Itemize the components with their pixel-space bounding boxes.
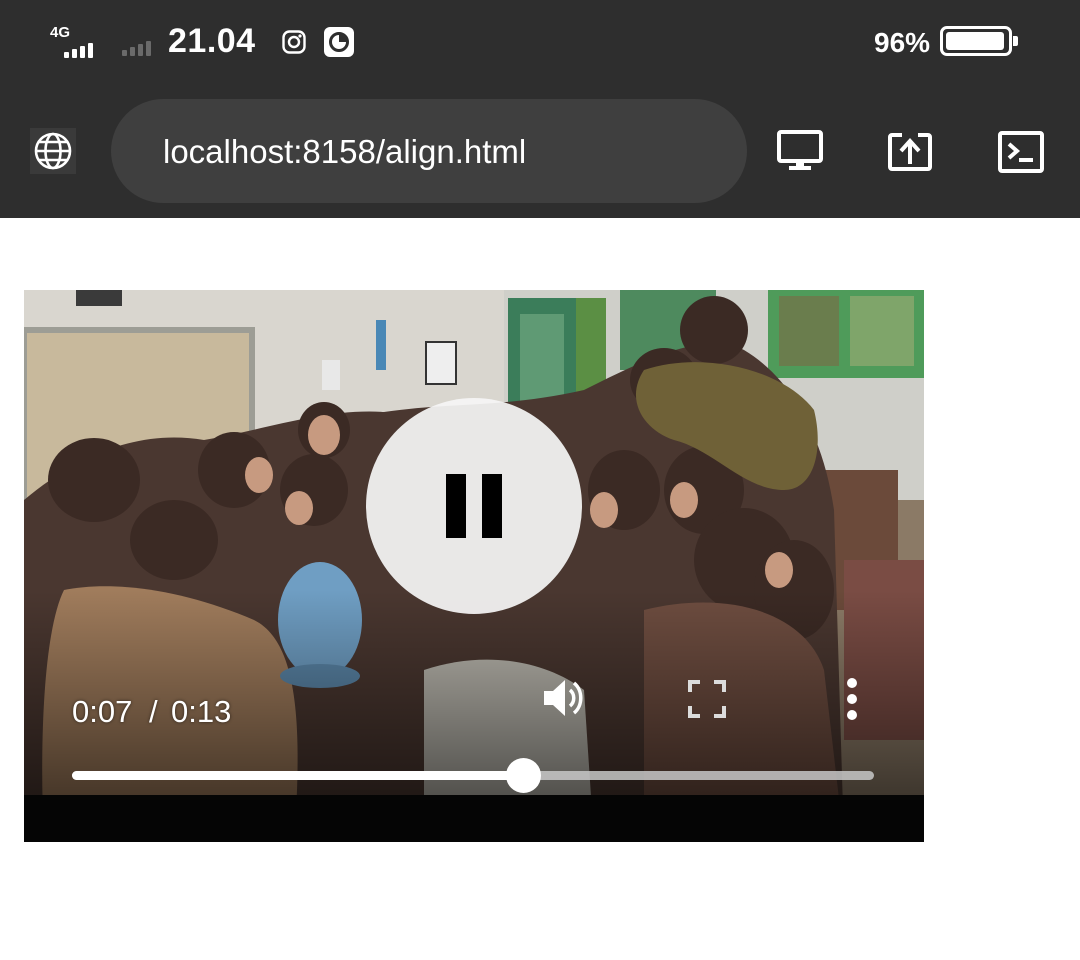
site-info-button[interactable] (30, 128, 76, 174)
url-text: localhost:8158/align.html (163, 133, 527, 170)
signal-4g-icon: 4G (50, 24, 100, 58)
desktop-icon[interactable] (776, 128, 824, 176)
total-duration: 0:13 (171, 694, 232, 729)
network-type-label: 4G (50, 24, 71, 41)
status-bar: 4G 21.04 96% (0, 0, 1080, 86)
instagram-icon (282, 30, 306, 54)
time-separator: / (149, 694, 158, 729)
battery-icon (940, 26, 1018, 56)
globe-icon (34, 132, 72, 170)
pause-icon (446, 474, 466, 538)
seek-thumb[interactable] (506, 758, 542, 793)
terminal-icon[interactable] (997, 128, 1045, 176)
signal-sim2-icon (122, 40, 151, 56)
battery-percent: 96% (874, 27, 931, 58)
pause-button[interactable] (366, 398, 582, 614)
fullscreen-icon[interactable] (688, 680, 726, 718)
seek-bar-played (72, 771, 524, 780)
video-player[interactable]: 0:07 / 0:13 (24, 290, 924, 842)
seek-bar[interactable] (72, 758, 874, 793)
volume-icon[interactable] (540, 674, 588, 722)
browser-toolbar: localhost:8158/align.html (0, 86, 1080, 218)
pie-chart-icon (324, 27, 354, 57)
address-bar[interactable]: localhost:8158/align.html (111, 99, 747, 203)
more-vertical-icon[interactable] (840, 676, 864, 722)
current-time: 0:07 (72, 694, 133, 729)
status-clock: 21.04 (168, 22, 256, 60)
share-icon[interactable] (886, 128, 934, 176)
